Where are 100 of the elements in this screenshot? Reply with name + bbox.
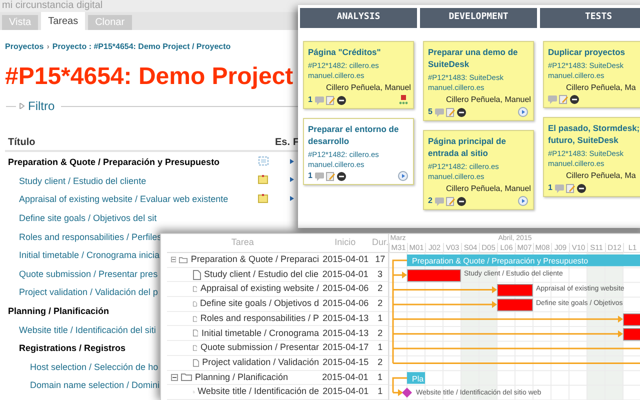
file-icon: [193, 298, 197, 309]
comment-count: 1: [548, 183, 552, 193]
task-link[interactable]: Roles and responsabilities / Perfiles: [19, 232, 162, 242]
comment-icon[interactable]: [435, 108, 444, 116]
task-name: Website title / Identificación de: [198, 385, 319, 398]
remove-icon[interactable]: [337, 96, 346, 104]
remove-icon[interactable]: [457, 196, 466, 206]
column-header: ANALYSIS: [300, 8, 417, 28]
start-date: 2015-04-01: [321, 268, 370, 281]
task-name: Preparation & Quote / Preparaci: [190, 253, 319, 266]
card-owner: Cillero Peñuela, Manuel: [326, 83, 408, 93]
dependency-arrow: [393, 272, 407, 279]
card-title: Página "Créditos": [308, 46, 382, 58]
task-link[interactable]: Project validation / Validación del p: [19, 287, 158, 298]
comment-icon[interactable]: [435, 196, 444, 206]
task-name: Planning / Planificación: [195, 370, 288, 384]
task-link[interactable]: Host selection / Selección de ho: [30, 362, 158, 372]
task-group-title[interactable]: Preparation & Quote / Preparación y Presupuesto: [8, 157, 220, 168]
task-link[interactable]: Domain name selection / Domini: [30, 380, 160, 390]
comment-count: 2: [428, 196, 432, 206]
duration: 2: [376, 326, 384, 340]
comment-count: 1: [308, 95, 312, 105]
start-date: 2015-04-06: [322, 297, 370, 310]
play-icon[interactable]: [518, 107, 528, 117]
card-title: Preparar una demo de SuiteDesk: [428, 46, 519, 70]
comment-icon[interactable]: [315, 96, 324, 104]
remove-icon[interactable]: [337, 172, 346, 180]
card-owner: Cillero Peñuela, Ma: [566, 171, 637, 181]
duration: 2: [376, 297, 384, 310]
file-icon: [193, 284, 198, 294]
comment-icon[interactable]: [315, 172, 324, 180]
task-link[interactable]: Appraisal of existing website / Evaluar web existente: [19, 194, 228, 204]
duration: 1: [376, 385, 384, 398]
comment-count: 1: [308, 171, 312, 181]
collapse-icon[interactable]: [171, 256, 176, 264]
page-title: #P15*4654: Demo Project: [5, 63, 294, 91]
collapse-icon[interactable]: [171, 374, 178, 381]
comment-count: 5: [428, 107, 432, 117]
task-bar[interactable]: [623, 328, 640, 341]
arrow-icon: [290, 177, 294, 182]
column-header: DEVELOPMENT: [420, 8, 537, 28]
task-name: Define site goals / Objetivos d: [200, 297, 319, 310]
play-icon[interactable]: [518, 196, 528, 206]
arrow-icon: [290, 196, 294, 201]
task-group-title[interactable]: Planning / Planificación: [8, 306, 110, 316]
column-header: Tarea: [230, 236, 255, 250]
column-header: TESTS: [540, 8, 640, 28]
milestone-diamond[interactable]: [402, 388, 412, 398]
column-header: Es.: [275, 136, 292, 150]
card-title: El pasado, Stormdesk; futuro, SuiteDesk: [548, 122, 640, 146]
task-link[interactable]: Initial timetable / Cronograma inicia: [19, 250, 160, 260]
start-date: 2015-04-01: [321, 370, 370, 384]
start-date: 2015-04-17: [322, 341, 370, 354]
card-owner: Cillero Peñuela, Manuel: [446, 95, 528, 105]
breadcrumb-separator: ›: [46, 41, 50, 53]
comment-icon[interactable]: [555, 184, 564, 192]
task-bar[interactable]: [497, 298, 533, 312]
card-title: Preparar el entorno de desarrollo: [308, 123, 400, 147]
column-header: Inicio: [334, 236, 357, 250]
start-date: 2015-04-13: [322, 326, 370, 340]
remove-icon[interactable]: [577, 184, 586, 192]
duration: 1: [376, 370, 384, 384]
card-title: Duplicar proyectos: [548, 46, 626, 58]
breadcrumb-link[interactable]: Proyecto : #P15*4654: Demo Project / Proyecto: [52, 41, 231, 53]
site-name: mi circunstancia digital: [1, 0, 104, 12]
task-link[interactable]: Define site goals / Objetivos del sit: [19, 213, 157, 224]
task-name: Appraisal of existing website /: [200, 282, 319, 296]
start-date: 2015-04-06: [322, 282, 370, 296]
start-date: 2015-04-13: [322, 312, 370, 325]
file-icon: [193, 270, 201, 280]
task-link[interactable]: Study client / Estudio del cliente: [19, 176, 146, 186]
duration: 1: [376, 312, 384, 325]
tab[interactable]: Tareas: [41, 12, 86, 30]
task-bar[interactable]: [623, 313, 640, 326]
duration: 1: [376, 341, 384, 354]
task-link[interactable]: Website title / Identificación del siti: [19, 324, 156, 335]
play-icon[interactable]: [398, 171, 408, 181]
folder-icon: [181, 373, 192, 382]
task-link[interactable]: Quote submission / Presentar pres: [19, 268, 158, 279]
file-icon: [193, 328, 198, 338]
task-group-title[interactable]: Registrations / Registros: [19, 343, 126, 354]
task-bar[interactable]: [407, 269, 461, 282]
task-name: Study client / Estudio del clie: [204, 268, 319, 281]
card-owner: Cillero Peñuela, Ma: [566, 83, 637, 93]
file-icon: [193, 342, 198, 353]
remove-icon[interactable]: [457, 108, 466, 116]
arrow-icon: [290, 158, 294, 164]
file-icon: [193, 314, 198, 324]
remove-icon[interactable]: [570, 95, 579, 104]
start-date: 2015-04-01: [322, 253, 370, 266]
filter-toggle[interactable]: Filtro: [28, 97, 55, 115]
task-name: Project validation / Validación: [202, 356, 319, 369]
connector-line: [392, 377, 407, 393]
card-title: Página principal de entrada al sitio: [428, 135, 507, 159]
duration: 17: [374, 253, 386, 266]
task-bar[interactable]: [497, 284, 533, 296]
breadcrumb-link[interactable]: Proyectos: [5, 41, 44, 53]
comment-icon[interactable]: [548, 95, 557, 104]
folder-icon: [179, 256, 188, 264]
column-header: Dur.: [372, 236, 388, 250]
